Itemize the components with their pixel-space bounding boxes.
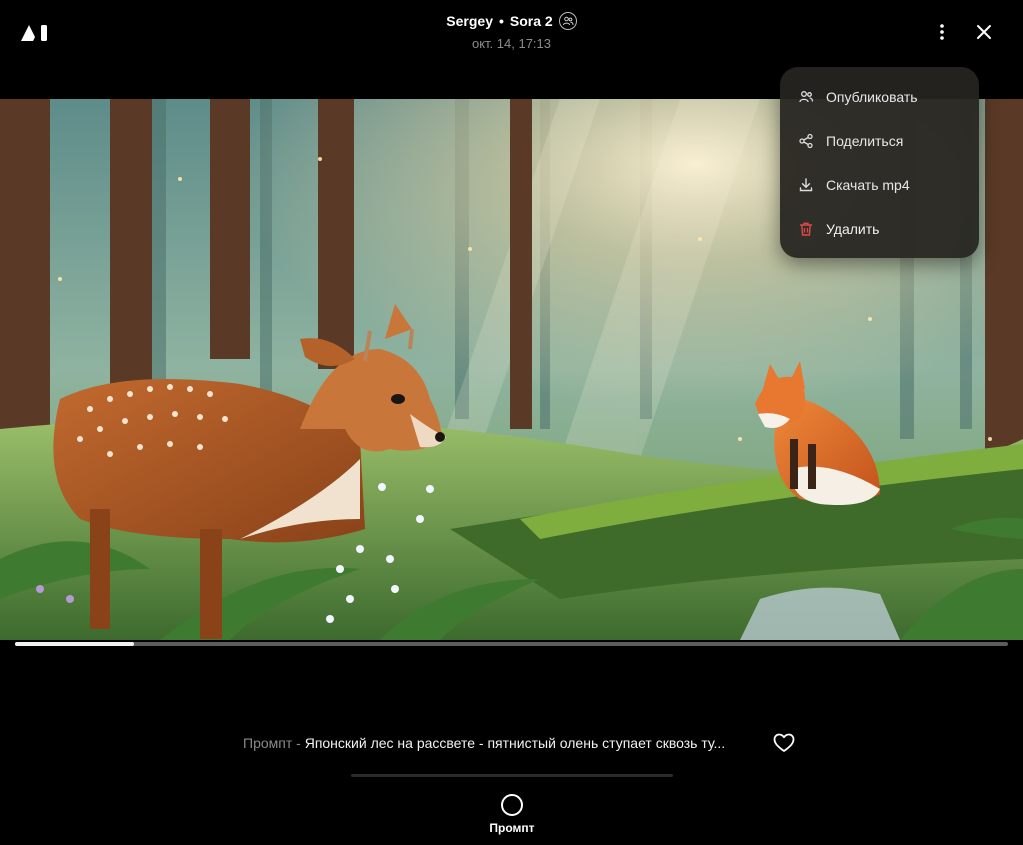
trash-icon <box>798 221 814 237</box>
context-menu: Опубликовать Поделиться Скачать mp4 Удал… <box>780 67 979 258</box>
people-icon <box>558 12 577 30</box>
menu-item-publish[interactable]: Опубликовать <box>780 75 979 119</box>
scroll-indicator <box>351 774 673 777</box>
prompt-text: Японский лес на рассвете - пятнистый оле… <box>304 735 726 751</box>
circle-icon <box>501 794 523 816</box>
model-name: Sora 2 <box>509 13 553 29</box>
title-separator: • <box>498 13 504 29</box>
menu-item-label: Поделиться <box>826 133 904 149</box>
people-icon <box>798 89 814 105</box>
video-header: Sergey • Sora 2 окт. 14, 17:13 <box>0 12 1023 51</box>
progress-fill <box>15 642 135 646</box>
tab-prompt-label: Промпт <box>489 821 535 835</box>
menu-item-label: Удалить <box>826 221 880 237</box>
menu-item-download[interactable]: Скачать mp4 <box>780 163 979 207</box>
prompt-row[interactable]: Промпт - Японский лес на рассвете - пятн… <box>243 735 783 755</box>
share-icon <box>798 133 814 149</box>
created-date: окт. 14, 17:13 <box>471 36 551 51</box>
video-title: Sergey • Sora 2 <box>446 12 577 30</box>
heart-icon[interactable] <box>771 731 797 755</box>
close-icon[interactable] <box>972 20 996 44</box>
more-vertical-icon[interactable] <box>932 20 952 44</box>
menu-item-share[interactable]: Поделиться <box>780 119 979 163</box>
menu-item-label: Скачать mp4 <box>826 177 910 193</box>
prompt-label: Промпт - <box>243 735 301 751</box>
menu-item-delete[interactable]: Удалить <box>780 207 979 251</box>
download-icon <box>798 177 814 193</box>
tab-prompt[interactable]: Промпт <box>480 794 544 835</box>
menu-item-label: Опубликовать <box>826 89 918 105</box>
progress-track[interactable] <box>15 642 1008 646</box>
author-name[interactable]: Sergey <box>446 13 493 29</box>
